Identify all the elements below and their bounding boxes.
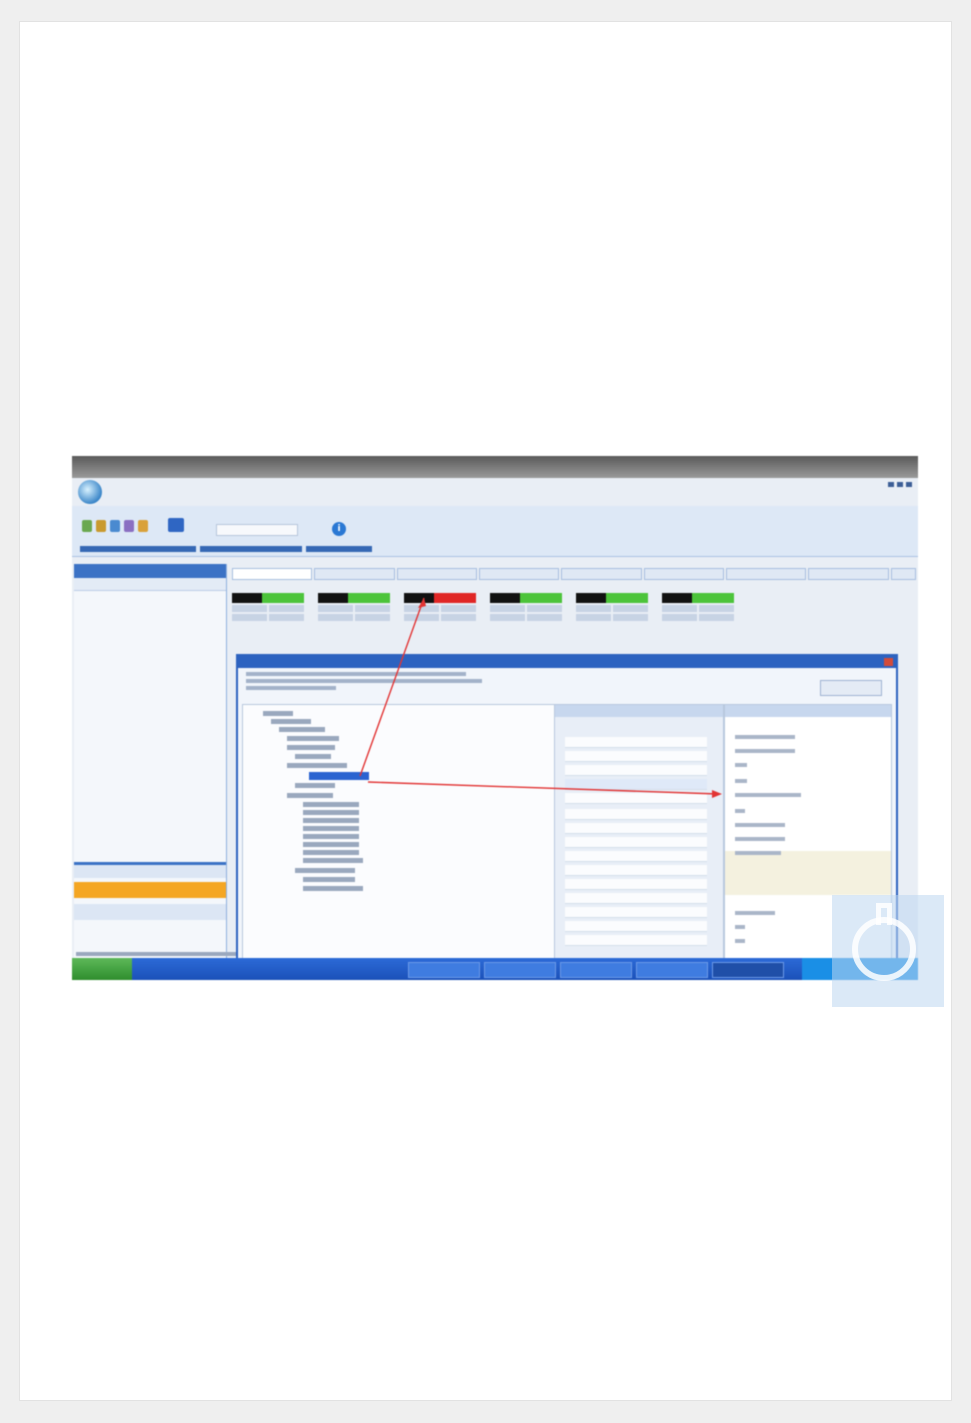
watermark-flask-icon: [832, 895, 944, 1007]
screenshot-figure: i: [72, 456, 918, 980]
taskbar-item[interactable]: [484, 962, 556, 978]
taskbar-item[interactable]: [408, 962, 480, 978]
annotation-arrow: [359, 597, 425, 777]
annotation-arrowhead: [712, 790, 722, 798]
taskbar-item-active[interactable]: [712, 962, 784, 978]
annotation-arrows: [359, 597, 722, 798]
annotation-arrow: [367, 781, 719, 795]
annotation-arrowhead: [418, 598, 426, 608]
start-button[interactable]: [72, 958, 132, 980]
taskbar: [72, 958, 918, 980]
taskbar-quicklaunch[interactable]: [152, 962, 402, 976]
taskbar-item[interactable]: [560, 962, 632, 978]
status-bar-text: [76, 952, 236, 956]
taskbar-item[interactable]: [636, 962, 708, 978]
